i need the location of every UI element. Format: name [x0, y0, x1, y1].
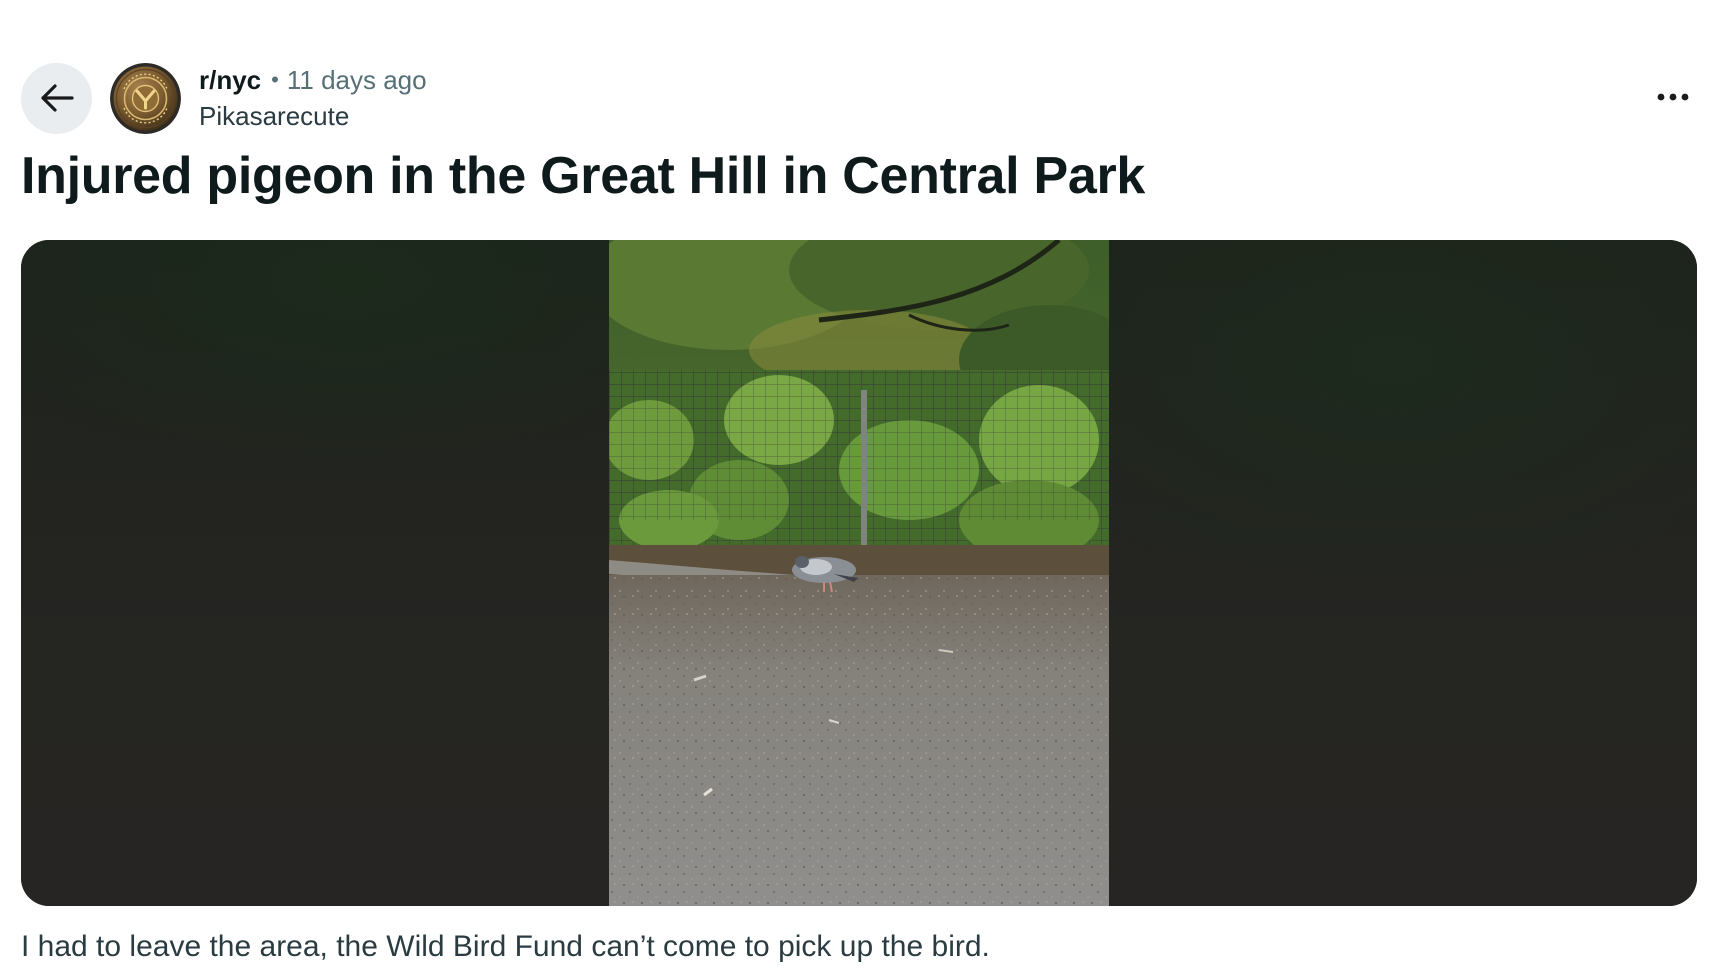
- more-horizontal-icon: [1657, 93, 1689, 101]
- post-photo[interactable]: [609, 240, 1109, 906]
- post-meta: r/nyc • 11 days ago Pikasarecute: [199, 62, 427, 134]
- back-button[interactable]: [21, 62, 92, 134]
- post-header: r/nyc • 11 days ago Pikasarecute: [21, 62, 427, 134]
- arrow-left-icon: [40, 84, 74, 112]
- post-title: Injured pigeon in the Great Hill in Cent…: [21, 147, 1146, 205]
- meta-top-row: r/nyc • 11 days ago: [199, 63, 427, 97]
- subreddit-link[interactable]: r/nyc: [199, 63, 261, 97]
- post-body-text: I had to leave the area, the Wild Bird F…: [21, 930, 990, 963]
- author-link[interactable]: Pikasarecute: [199, 99, 427, 133]
- meta-separator: •: [271, 67, 279, 92]
- overflow-menu-button[interactable]: [1650, 78, 1696, 116]
- subreddit-avatar[interactable]: [110, 62, 181, 134]
- subway-token-icon: [110, 62, 181, 134]
- post-media[interactable]: [21, 240, 1697, 906]
- post-timestamp: 11 days ago: [286, 65, 427, 95]
- post-detail: r/nyc • 11 days ago Pikasarecute Injured…: [0, 0, 1718, 978]
